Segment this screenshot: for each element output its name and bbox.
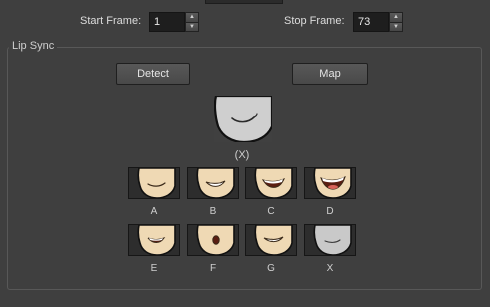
mouth-x-thumbnail[interactable] [304,224,356,256]
mouth-e-thumbnail[interactable] [128,224,180,256]
stop-frame-label: Stop Frame: [284,15,345,27]
mouth-g-thumbnail[interactable] [245,224,297,256]
mouth-d-label: D [326,206,334,217]
mouth-c-label: C [267,206,275,217]
mouth-c-thumbnail[interactable] [245,167,297,199]
start-frame-spinbox[interactable]: 1 ▲ ▼ [149,12,199,32]
spin-down-icon[interactable]: ▼ [185,22,199,32]
detect-button[interactable]: Detect [116,63,190,85]
mouth-a-label: A [150,206,158,217]
mouth-preview-caption: (X) [234,149,250,161]
mouth-f-thumbnail[interactable] [187,224,239,256]
stop-frame-spinbox[interactable]: 73 ▲ ▼ [353,12,403,32]
mouth-d-thumbnail[interactable] [304,167,356,199]
stop-frame-value[interactable]: 73 [353,12,389,32]
map-button[interactable]: Map [292,63,368,85]
top-tab-indicator [205,0,283,4]
mouth-f-label: F [209,263,217,274]
mouth-x-label: X [326,263,334,274]
start-frame-label: Start Frame: [80,15,142,27]
spin-down-icon[interactable]: ▼ [389,22,403,32]
spin-up-icon[interactable]: ▲ [185,12,199,23]
mouth-a-thumbnail[interactable] [128,167,180,199]
start-frame-value[interactable]: 1 [149,12,185,32]
mouth-preview-image [213,94,274,144]
mouth-e-label: E [150,263,158,274]
spin-up-icon[interactable]: ▲ [389,12,403,23]
lip-sync-group-title: Lip Sync [9,40,58,52]
mouth-g-label: G [267,263,275,274]
mouth-b-thumbnail[interactable] [187,167,239,199]
mouth-b-label: B [209,206,217,217]
